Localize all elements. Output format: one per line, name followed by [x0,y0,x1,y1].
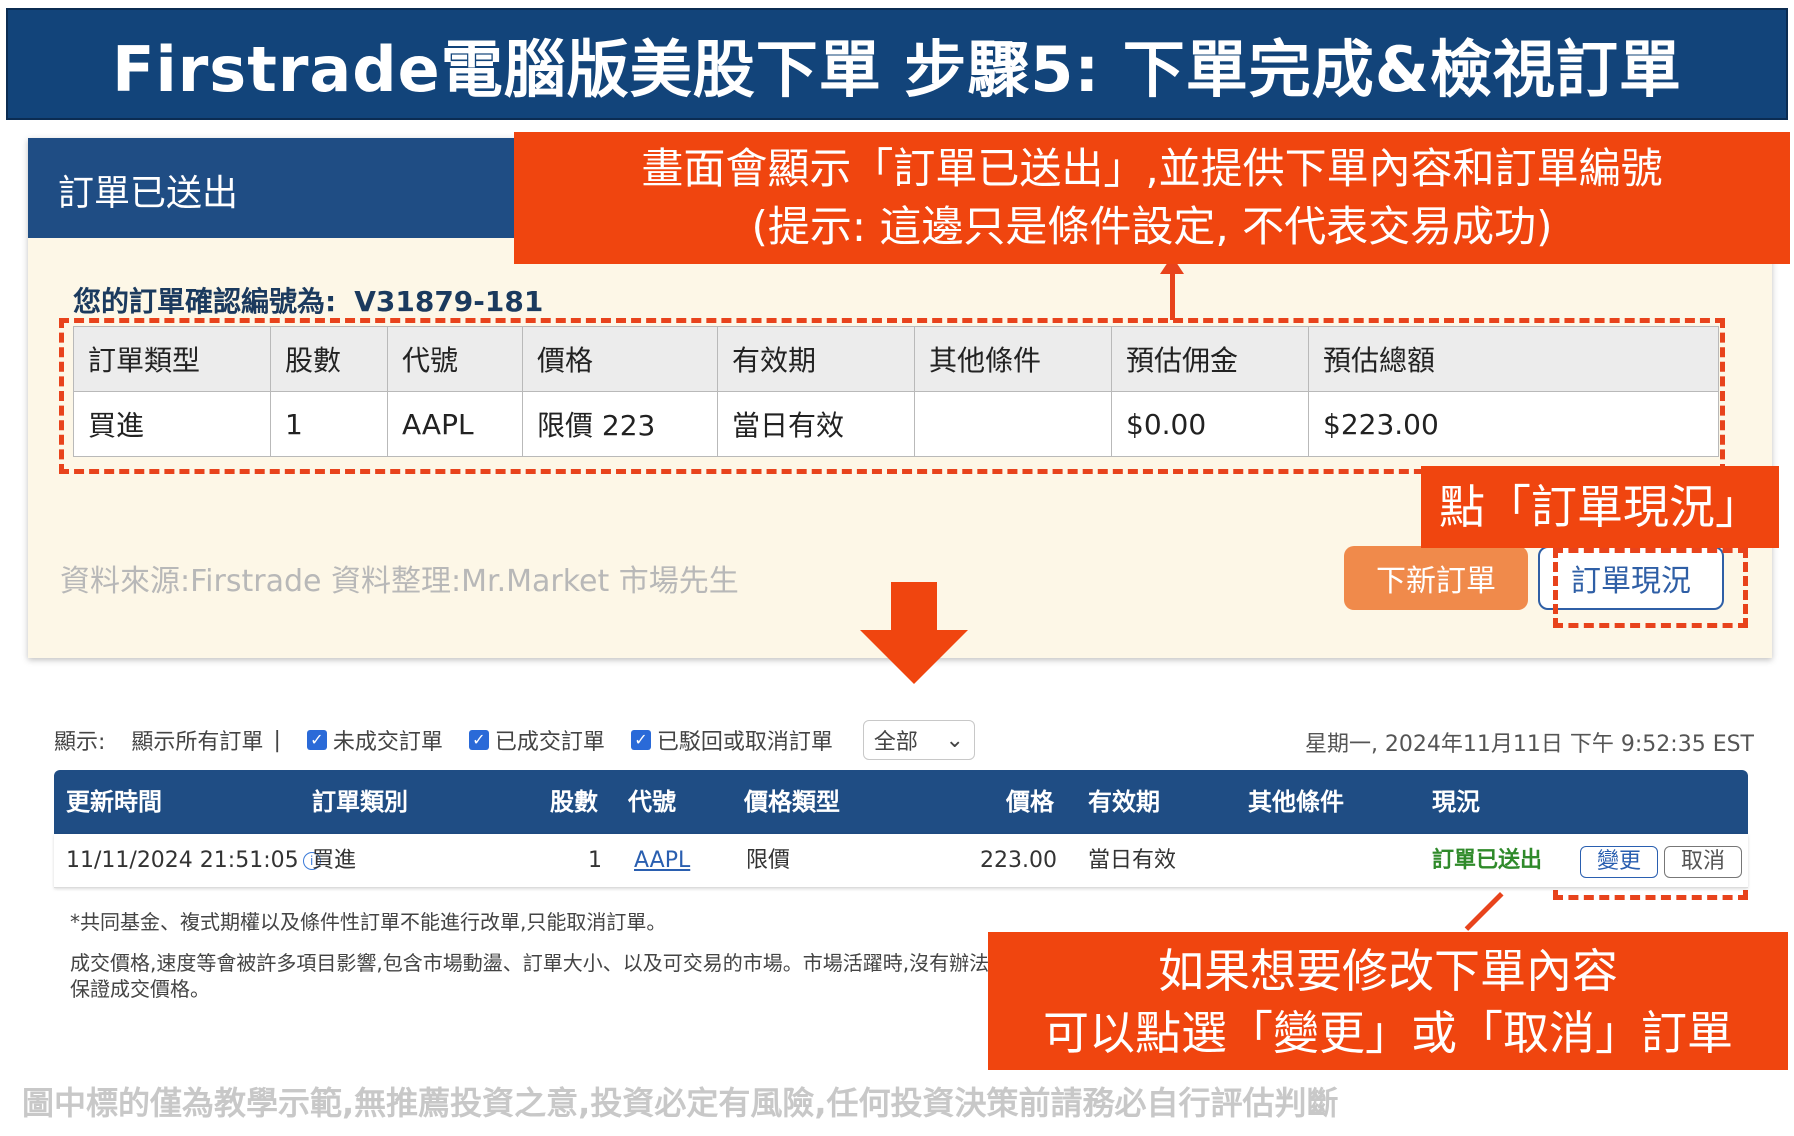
row-price-type: 限價 [746,848,791,873]
row-symbol-link[interactable]: AAPL [634,834,690,888]
order-status-highlight [1553,548,1748,628]
page-title: Firstrade電腦版美股下單 步驟5: 下單完成&檢視訂單 [112,33,1682,106]
checkbox-checked-icon[interactable]: ✓ [630,730,651,750]
note-execution-price: 成交價格,速度等會被許多項目影響,包含市場動盪、訂單大小、以及可交易的市場。市場… [70,951,990,1001]
callout-1-line-1: 畫面會顯示「訂單已送出」,並提供下單內容和訂單編號 [641,144,1663,193]
order-status-header: 更新時間 訂單類別 股數 代號 價格類型 價格 有效期 其他條件 現況 [54,770,1748,834]
callout-connector-line-2 [1464,892,1504,931]
callout-3-line-1: 如果想要修改下單內容 [1158,944,1618,998]
row-validity: 當日有效 [1088,848,1177,873]
checkbox-checked-icon[interactable]: ✓ [468,730,489,750]
filter-show-all[interactable]: 顯示所有訂單 [131,724,263,756]
filter-unfilled-label: 未成交訂單 [332,730,443,755]
row-order-category: 買進 [312,848,357,873]
col-status: 現況 [1432,788,1480,816]
col-price-type: 價格類型 [744,788,840,816]
filter-separator: | [273,727,281,753]
note-modification-rules: *共同基金、複式期權以及條件性訂單不能進行改單,只能取消訂單。 [70,910,667,934]
callout-modify-order: 如果想要修改下單內容 可以點選「變更」或「取消」訂單 [988,932,1788,1070]
confirmation-number-label: 您的訂單確認編號為: [73,285,337,318]
row-status: 訂單已送出 [1432,848,1543,873]
filter-rejected[interactable]: ✓ 已駁回或取消訂單 [630,724,833,756]
source-credit: 資料來源:Firstrade 資料整理:Mr.Market 市場先生 [60,564,739,599]
row-update-time-text: 11/11/2024 21:51:05 [66,848,299,873]
callout-3-line-2: 可以點選「變更」或「取消」訂單 [1043,1006,1733,1060]
filter-display-label: 顯示: [54,730,106,755]
confirmation-title: 訂單已送出 [58,173,239,214]
current-datetime: 星期一, 2024年11月11日 下午 9:52:35 EST [1304,732,1754,757]
col-validity: 有效期 [1088,788,1160,816]
filter-rejected-label: 已駁回或取消訂單 [656,730,833,755]
chevron-down-icon: ⌄ [945,727,964,753]
col-shares: 股數 [550,788,598,816]
col-other-conditions: 其他條件 [1248,788,1344,816]
confirmation-number-value: V31879-181 [354,285,544,318]
row-shares: 1 [588,848,602,873]
col-price: 價格 [1006,788,1054,816]
down-arrow-icon [891,582,937,632]
callout-1-line-2: (提示: 這邊只是條件設定, 不代表交易成功) [751,202,1553,251]
row-update-time: 11/11/2024 21:51:05 i [66,834,321,888]
title-banner: Firstrade電腦版美股下單 步驟5: 下單完成&檢視訂單 [6,8,1788,120]
col-update-time: 更新時間 [66,788,162,816]
filter-filled[interactable]: ✓ 已成交訂單 [468,724,605,756]
checkbox-checked-icon[interactable]: ✓ [306,730,327,750]
callout-click-order-status: 點「訂單現況」 [1421,466,1779,548]
filter-filled-label: 已成交訂單 [494,730,605,755]
cancel-order-button[interactable]: 取消 [1664,846,1742,878]
col-symbol: 代號 [628,788,676,816]
disclaimer: 圖中標的僅為教學示範,無推薦投資之意,投資必定有風險,任何投資決策前請務必自行評… [22,1084,1339,1122]
change-order-button[interactable]: 變更 [1580,846,1658,878]
filter-select-value: 全部 [873,730,918,755]
table-row: 11/11/2024 21:51:05 i 買進 1 AAPL 限價 223.00… [54,834,1748,888]
row-price: 223.00 [980,848,1057,873]
new-order-button[interactable]: 下新訂單 [1344,546,1528,610]
callout-order-submitted: 畫面會顯示「訂單已送出」,並提供下單內容和訂單編號 (提示: 這邊只是條件設定,… [514,132,1790,264]
down-arrow-head-icon [860,630,968,684]
filter-unfilled[interactable]: ✓ 未成交訂單 [306,724,443,756]
order-filter-select[interactable]: 全部 ⌄ [862,720,975,760]
confirmation-number: 您的訂單確認編號為: V31879-181 [73,280,543,320]
col-order-category: 訂單類別 [312,788,408,816]
order-table-highlight [59,318,1725,474]
order-filter-bar: 顯示: 顯示所有訂單 | ✓ 未成交訂單 ✓ 已成交訂單 ✓ 已駁回或取消訂單 … [54,718,975,762]
